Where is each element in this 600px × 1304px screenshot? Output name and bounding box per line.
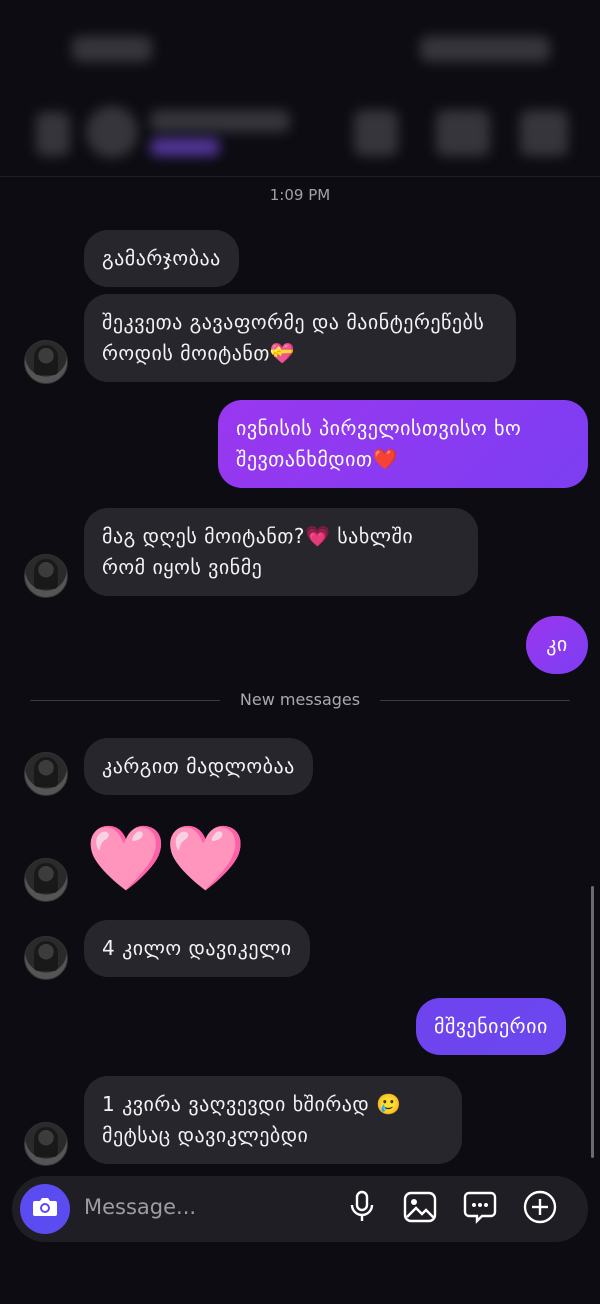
new-messages-divider-left [30, 700, 220, 701]
message-received[interactable]: 4 კილო დავიკელი [84, 920, 310, 977]
message-sent[interactable]: მშვენიერიი [416, 998, 566, 1055]
info-button-blurred[interactable] [520, 110, 568, 156]
new-messages-divider-right [380, 700, 570, 701]
call-button-blurred[interactable] [354, 110, 398, 156]
gallery-button[interactable] [400, 1189, 440, 1229]
new-messages-label: New messages [239, 690, 361, 709]
chat-header [0, 92, 600, 177]
scrollbar[interactable] [591, 886, 594, 1158]
camera-button[interactable] [20, 1184, 70, 1234]
video-button-blurred[interactable] [436, 110, 490, 156]
contact-avatar[interactable] [24, 340, 68, 384]
microphone-button[interactable] [342, 1189, 382, 1229]
message-received[interactable]: გამარჯობაა [84, 230, 239, 287]
microphone-icon [348, 1190, 376, 1228]
plus-button[interactable] [520, 1189, 560, 1229]
status-bar [0, 0, 600, 90]
camera-icon [32, 1196, 58, 1222]
status-time-blurred [72, 36, 152, 62]
message-timestamp: 1:09 PM [269, 186, 331, 204]
message-received[interactable]: კარგით მადლობაა [84, 738, 313, 795]
plus-icon [522, 1189, 558, 1229]
message-received[interactable]: შეკვეთა გავაფორმე და მაინტერეწებს როდის … [84, 294, 516, 382]
sticker-icon [463, 1190, 497, 1228]
contact-status-blurred [150, 138, 220, 156]
message-input[interactable]: Message... [84, 1195, 196, 1219]
message-sent[interactable]: ივნისის პირველისთვისო ხო შევთანხმდით❤️ [218, 400, 588, 488]
back-button-blurred[interactable] [36, 112, 70, 156]
message-sent[interactable]: კი [526, 616, 588, 674]
contact-avatar[interactable] [24, 1122, 68, 1166]
contact-avatar[interactable] [24, 554, 68, 598]
sticker-button[interactable] [460, 1189, 500, 1229]
contact-avatar[interactable] [24, 936, 68, 980]
contact-name-blurred[interactable] [150, 110, 290, 132]
message-received[interactable]: 1 კვირა ვაღვევდი ხშირად 🥲 მეტსაც დავიკლე… [84, 1076, 462, 1164]
status-icons-blurred [420, 36, 550, 62]
contact-avatar[interactable] [24, 858, 68, 902]
contact-avatar[interactable] [24, 752, 68, 796]
message-composer: Message... [12, 1176, 588, 1242]
gallery-icon [403, 1191, 437, 1227]
contact-avatar-blurred[interactable] [86, 106, 138, 158]
heart-emoji-message[interactable]: 🩷🩷 [86, 822, 245, 896]
message-received[interactable]: მაგ დღეს მოიტანთ?💗 სახლში რომ იყოს ვინმე [84, 508, 478, 596]
